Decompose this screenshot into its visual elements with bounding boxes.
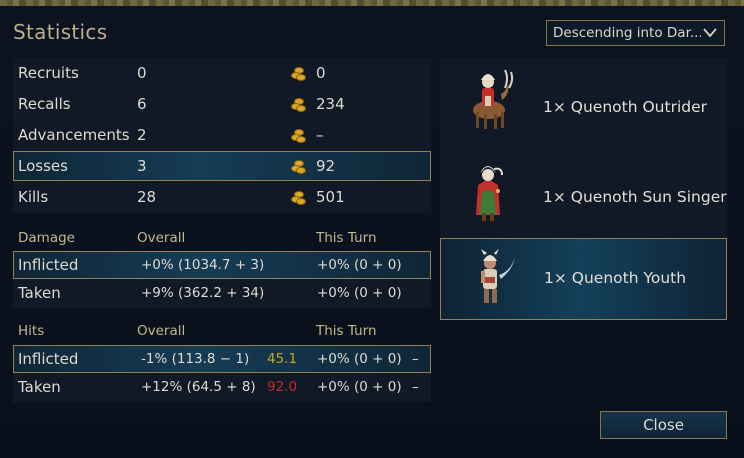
- summary-row-losses: Losses 3 92: [13, 151, 431, 181]
- row-gold: 234: [316, 95, 345, 113]
- gold-coins-icon: [291, 128, 306, 143]
- row-count: 6: [137, 95, 147, 113]
- hits-row-taken: Taken +12% (64.5 + 8) 92.0 +0% (0 + 0) –: [13, 373, 431, 401]
- hits-header-overall: Overall: [137, 323, 186, 339]
- row-label: Taken: [18, 378, 61, 396]
- dialog-title: Statistics: [13, 20, 108, 44]
- row-label: Inflicted: [18, 256, 79, 274]
- row-gold: 0: [316, 64, 326, 82]
- damage-row-inflicted: Inflicted +0% (1034.7 + 3) +0% (0 + 0): [13, 251, 431, 279]
- summary-row-kills: Kills 28 501: [13, 182, 431, 212]
- quenoth-sun-singer-sprite: [476, 166, 503, 221]
- row-this-turn: +0% (0 + 0): [317, 285, 402, 301]
- row-count: 0: [137, 64, 147, 82]
- unit-label: 1× Quenoth Sun Singer: [543, 188, 727, 206]
- row-overall: -1% (113.8 − 1): [141, 351, 250, 367]
- row-overall: +12% (64.5 + 8): [141, 379, 256, 395]
- gold-coins-icon: [291, 159, 306, 174]
- summary-table: Recruits 0 0 Recalls 6 234 Advancements …: [13, 58, 431, 213]
- hits-table: Inflicted -1% (113.8 − 1) 45.1 +0% (0 + …: [13, 345, 431, 402]
- scenario-select-value: Descending into Dar...: [553, 25, 701, 41]
- row-overall: +0% (1034.7 + 3): [141, 257, 265, 273]
- damage-header-this-turn: This Turn: [316, 230, 377, 246]
- row-label: Kills: [18, 188, 49, 206]
- row-count: 2: [137, 126, 147, 144]
- unit-label: 1× Quenoth Outrider: [543, 98, 707, 116]
- summary-row-recruits: Recruits 0 0: [13, 58, 431, 88]
- gold-coins-icon: [291, 66, 306, 81]
- summary-row-recalls: Recalls 6 234: [13, 89, 431, 119]
- map-edge-strip: [0, 0, 744, 6]
- row-this-turn: +0% (0 + 0): [317, 257, 402, 273]
- damage-header-label: Damage: [18, 230, 75, 246]
- quenoth-outrider-sprite: [473, 69, 514, 129]
- row-dash: –: [412, 379, 419, 395]
- unit-item-quenoth-sun-singer[interactable]: 1× Quenoth Sun Singer: [440, 149, 727, 231]
- close-button[interactable]: Close: [600, 411, 727, 439]
- gold-coins-icon: [291, 97, 306, 112]
- hits-row-inflicted: Inflicted -1% (113.8 − 1) 45.1 +0% (0 + …: [13, 345, 431, 373]
- hits-header-this-turn: This Turn: [316, 323, 377, 339]
- row-label: Recruits: [18, 64, 79, 82]
- row-this-turn: +0% (0 + 0): [317, 379, 402, 395]
- damage-row-taken: Taken +9% (362.2 + 34) +0% (0 + 0): [13, 279, 431, 307]
- row-overall: +9% (362.2 + 34): [141, 285, 265, 301]
- damage-header-overall: Overall: [137, 230, 186, 246]
- row-count: 3: [137, 157, 147, 175]
- unit-item-quenoth-outrider[interactable]: 1× Quenoth Outrider: [440, 58, 727, 140]
- unit-item-quenoth-youth[interactable]: 1× Quenoth Youth: [440, 238, 727, 320]
- row-label: Inflicted: [18, 350, 79, 368]
- row-hit-percent: 45.1: [267, 351, 298, 367]
- row-count: 28: [137, 188, 157, 206]
- row-label: Taken: [18, 284, 61, 302]
- chevron-down-icon: [703, 28, 717, 38]
- summary-row-advancements: Advancements 2 –: [13, 120, 431, 150]
- unit-label: 1× Quenoth Youth: [544, 269, 687, 287]
- row-gold: –: [316, 126, 324, 144]
- row-this-turn: +0% (0 + 0): [317, 351, 402, 367]
- row-hit-percent: 92.0: [267, 379, 298, 395]
- row-label: Recalls: [18, 95, 71, 113]
- row-dash: –: [412, 351, 419, 367]
- scenario-select[interactable]: Descending into Dar...: [546, 20, 725, 46]
- row-gold: 92: [316, 157, 336, 175]
- row-label: Advancements: [18, 126, 130, 144]
- gold-coins-icon: [291, 190, 306, 205]
- statistics-dialog: Statistics Descending into Dar... Recrui…: [0, 0, 744, 458]
- row-gold: 501: [316, 188, 345, 206]
- unit-list: 1× Quenoth Outrider 1× Quenoth Sun Singe…: [440, 58, 727, 320]
- damage-table: Inflicted +0% (1034.7 + 3) +0% (0 + 0) T…: [13, 251, 431, 308]
- quenoth-youth-sprite: [481, 249, 515, 303]
- row-label: Losses: [18, 157, 68, 175]
- hits-header-label: Hits: [18, 323, 45, 339]
